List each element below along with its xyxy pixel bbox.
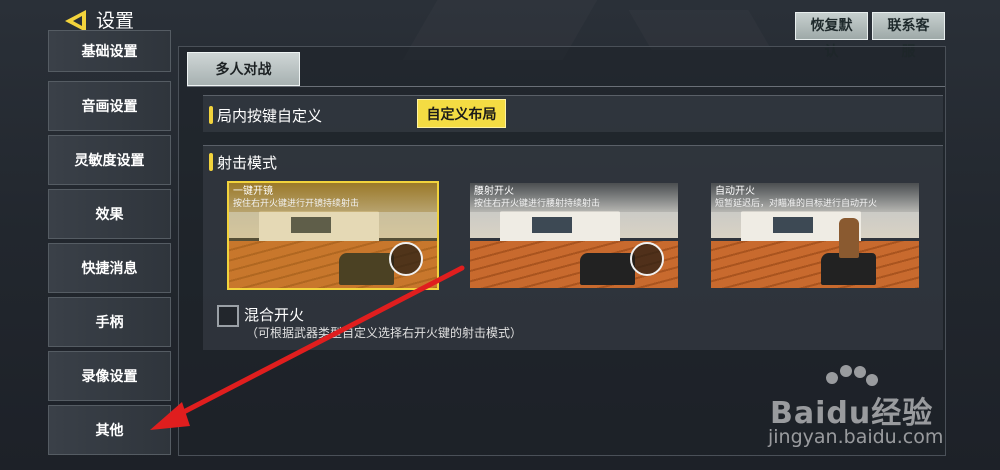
sidebar-item-audio-video[interactable]: 音画设置	[48, 81, 171, 131]
contact-service-button[interactable]: 联系客服	[872, 12, 945, 60]
tab-divider	[187, 86, 945, 87]
section-marker	[209, 153, 213, 171]
mode-desc: 按住右开火键进行开镜持续射击	[233, 199, 360, 209]
mode-card-hip-fire[interactable]: 腰射开火 按住右开火键进行腰射持续射击	[470, 183, 678, 288]
mixed-fire-label: 混合开火	[244, 306, 305, 324]
mode-name: 自动开火	[715, 186, 755, 197]
sidebar-item-recording[interactable]: 录像设置	[48, 351, 171, 401]
mixed-fire-description: （可根据武器类型自定义选择右开火键的射击模式）	[246, 326, 523, 340]
mode-name: 一键开镜	[233, 186, 273, 197]
tab-multiplayer[interactable]: 多人对战	[187, 52, 300, 86]
sidebar-item-effects[interactable]: 效果	[48, 189, 171, 239]
sidebar-item-basic[interactable]: 基础设置	[48, 30, 171, 72]
section-title: 局内按键自定义	[217, 107, 323, 125]
bullet-icon	[630, 242, 664, 276]
watermark-url: jingyan.baidu.com	[768, 426, 944, 448]
sidebar-item-quick-messages[interactable]: 快捷消息	[48, 243, 171, 293]
rifle-icon	[580, 253, 635, 285]
sidebar-item-sensitivity[interactable]: 灵敏度设置	[48, 135, 171, 185]
sidebar-item-other[interactable]: 其他	[48, 405, 171, 455]
enemy-soldier-icon	[839, 218, 859, 258]
mode-card-auto-fire[interactable]: 自动开火 短暂延迟后，对瞄准的目标进行自动开火	[711, 183, 919, 288]
restore-default-button[interactable]: 恢复默认	[795, 12, 868, 60]
mode-desc: 短暂延迟后，对瞄准的目标进行自动开火	[715, 199, 878, 209]
section-marker	[209, 106, 213, 124]
mode-name: 腰射开火	[474, 186, 514, 197]
mode-card-scope-fire[interactable]: 一键开镜 按住右开火键进行开镜持续射击	[227, 181, 439, 290]
sidebar-item-controller[interactable]: 手柄	[48, 297, 171, 347]
mixed-fire-checkbox[interactable]	[217, 305, 239, 327]
custom-layout-button[interactable]: 自定义布局	[417, 99, 506, 128]
mode-desc: 按住右开火键进行腰射持续射击	[474, 199, 601, 209]
bullet-icon	[389, 242, 423, 276]
section-title: 射击模式	[217, 154, 278, 172]
section-in-game-keys: 局内按键自定义	[203, 95, 943, 132]
